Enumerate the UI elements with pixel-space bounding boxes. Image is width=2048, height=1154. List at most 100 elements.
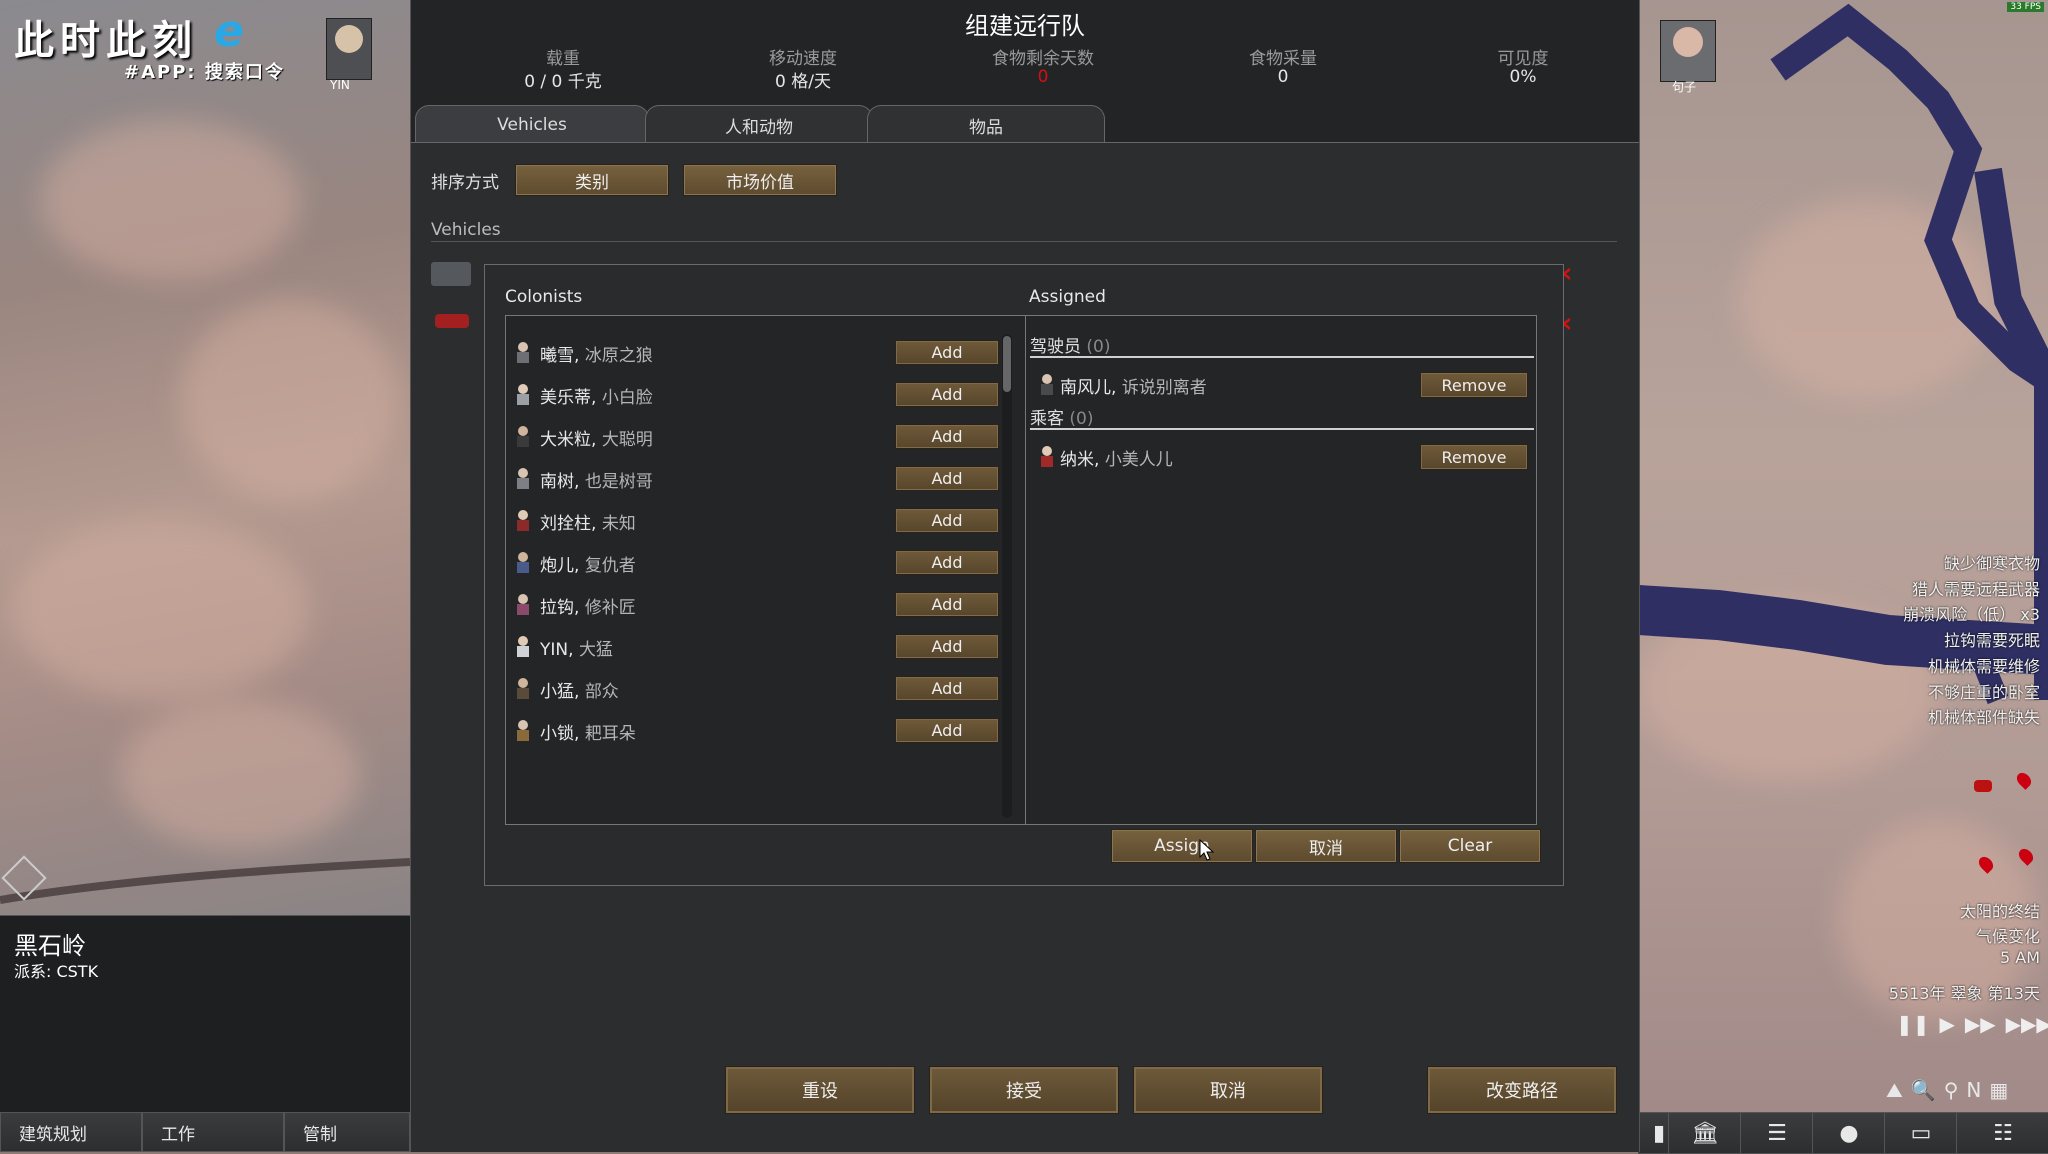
add-colonist-button[interactable]: Add [895,718,999,743]
scrollbar-thumb[interactable] [1003,336,1011,392]
list-item[interactable]: 南风儿, 诉说别离者 Remove [1026,368,1536,400]
role-divider [1030,356,1534,358]
tab-vehicles[interactable]: Vehicles [415,105,649,144]
list-item[interactable]: 刘拴柱, 未知 Add [506,504,999,536]
role-label: 乘客 [1030,409,1064,429]
cancel-button[interactable]: 取消 [1133,1066,1323,1114]
vehicles-section-label: Vehicles [431,220,501,240]
tab-architect[interactable]: 建筑规划 [0,1112,142,1152]
pause-icon[interactable]: ❚❚ [1896,1012,1930,1036]
factions-icon[interactable]: 🏛 [1668,1112,1742,1154]
alert-item[interactable]: 机械体部件缺失 [1928,704,2040,728]
colonist-name: 小猛 [540,682,574,702]
add-colonist-button[interactable]: Add [895,424,999,449]
list-icon[interactable]: ☷ [1956,1112,2048,1154]
sort-category-button[interactable]: 类别 [515,164,669,196]
add-colonist-button[interactable]: Add [895,592,999,617]
list-item[interactable]: 炮儿, 复仇者 Add [506,546,999,578]
vehicle-car-icon[interactable] [435,314,469,328]
list-item[interactable]: YIN, 大猛 Add [506,630,999,662]
vehicle-truck-icon[interactable] [431,262,471,286]
list-item[interactable]: 纳米, 小美人儿 Remove [1026,440,1536,472]
history-icon[interactable]: ▭ [1884,1112,1958,1154]
alert-item[interactable]: 不够庄重的卧室 [1928,679,2040,703]
stream-app-text: #APP: 搜索口令 [124,62,285,83]
alert-item[interactable]: 崩溃风险（低） x3 [1903,601,2040,625]
list-item[interactable]: 曦雪, 冰原之狼 Add [506,336,999,368]
reset-button[interactable]: 重设 [725,1066,915,1114]
stat-food-days-value: 0 [1037,67,1049,87]
colonist-portrait-right[interactable] [1660,20,1716,82]
add-colonist-button[interactable]: Add [895,634,999,659]
event-sun-end[interactable]: 太阳的终结 [1960,898,2040,922]
pin-toggle-icon[interactable]: ⚲ [1944,1078,1959,1108]
compass-toggle-icon[interactable]: N [1966,1078,1981,1108]
remove-assigned-button[interactable]: Remove [1420,444,1528,470]
add-colonist-button[interactable]: Add [895,340,999,365]
terrain-toggle-icon[interactable]: ⛰ [1886,1078,1903,1108]
add-colonist-button[interactable]: Add [895,508,999,533]
role-label: 驾驶员 [1030,337,1081,357]
add-colonist-button[interactable]: Add [895,466,999,491]
assigned-title: 诉说别离者 [1121,378,1207,398]
colonist-title: 未知 [601,514,636,534]
remove-assigned-button[interactable]: Remove [1420,372,1528,398]
add-colonist-button[interactable]: Add [895,550,999,575]
list-item[interactable]: 小锁, 耙耳朵 Add [506,714,999,746]
role-count: (0) [1086,337,1111,357]
pawn-icon [512,382,534,406]
colonist-title: 部众 [584,682,619,702]
colonist-name: 炮儿 [540,556,574,576]
stat-forage-label: 食物采量 [1249,49,1317,69]
popup-cancel-button[interactable]: 取消 [1255,829,1397,863]
alert-item[interactable]: 拉钩需要死眠 [1944,627,2040,651]
change-route-button[interactable]: 改变路径 [1427,1066,1617,1114]
tab-restrict[interactable]: 管制 [284,1112,410,1152]
alert-item[interactable]: 机械体需要维修 [1928,653,2040,677]
tab-people-animals[interactable]: 人和动物 [645,105,873,144]
scrollbar-track[interactable] [1002,334,1012,818]
add-colonist-button[interactable]: Add [895,676,999,701]
list-item[interactable]: 大米粒, 大聪明 Add [506,420,999,452]
sort-market-value-button[interactable]: 市场价值 [683,164,837,196]
event-climate[interactable]: 气候变化 [1976,923,2040,947]
fast-forward-icon[interactable]: ▶▶ [1965,1012,1996,1036]
pawn-icon [512,718,534,742]
colonist-title: 复仇者 [584,556,636,576]
tab-items[interactable]: 物品 [867,105,1105,144]
dialog-title: 组建远行队 [965,12,1085,40]
list-item[interactable]: 美乐蒂, 小白脸 Add [506,378,999,410]
alert-item[interactable]: 缺少御寒衣物 [1944,550,2040,574]
clear-button[interactable]: Clear [1399,829,1541,863]
list-item[interactable]: 南树, 也是树哥 Add [506,462,999,494]
mouse-cursor-icon [1199,839,1215,861]
add-colonist-button[interactable]: Add [895,382,999,407]
caravan-vehicle-icon[interactable] [1974,780,1992,792]
pawn-icon [512,634,534,658]
world-menu-icon[interactable]: ☰ [1740,1112,1814,1154]
grid-toggle-icon[interactable]: ▦ [1989,1078,2008,1108]
list-item[interactable]: 小猛, 部众 Add [506,672,999,704]
stat-speed-label: 移动速度 [769,49,837,69]
colonist-title: 大猛 [578,640,613,660]
tab-work[interactable]: 工作 [142,1112,284,1152]
assigned-list[interactable]: 驾驶员 (0) 南风儿, 诉说别离者 Remove 乘客 (0) 纳米, 小美人… [1025,315,1537,825]
ultra-fast-icon[interactable]: ▶▶▶ [2006,1012,2048,1036]
location-name: 黑石岭 [14,932,86,960]
assigned-header: Assigned [1029,287,1106,307]
colonists-list[interactable]: 曦雪, 冰原之狼 Add 美乐蒂, 小白脸 Add 大米粒, 大聪明 Add 南… [505,315,1027,825]
ideology-icon[interactable]: ● [1812,1112,1886,1154]
colonist-title: 耙耳朵 [584,724,636,744]
colonist-portrait[interactable] [326,18,372,80]
alert-item[interactable]: 猎人需要远程武器 [1912,576,2040,600]
zoom-toggle-icon[interactable]: 🔍 [1911,1078,1936,1108]
stat-visibility-value: 0% [1509,67,1537,87]
stat-mass-value: 0 / 0 千克 [524,72,602,92]
colonist-name: 拉钩 [540,598,574,618]
assign-button[interactable]: Assign [1111,829,1253,863]
fps-counter: 33 FPS [2007,2,2044,12]
world-map-left[interactable]: 此时此刻 e #APP: 搜索口令 YIN [0,0,410,915]
accept-button[interactable]: 接受 [929,1066,1119,1114]
list-item[interactable]: 拉钩, 修补匠 Add [506,588,999,620]
play-icon[interactable]: ▶ [1940,1012,1955,1036]
